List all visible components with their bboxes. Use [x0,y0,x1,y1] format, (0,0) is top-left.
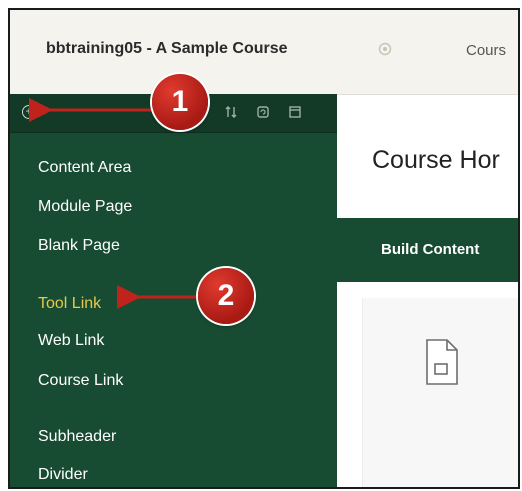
refresh-icon[interactable] [256,105,270,119]
menu-item-content-area[interactable]: Content Area [38,159,131,177]
content-panel [362,298,518,487]
build-content-button[interactable]: Build Content [381,241,479,258]
breadcrumb-separator-icon [378,42,392,56]
course-header: bbtraining05 - A Sample Course Cours [10,10,518,95]
sort-icon[interactable] [224,105,238,119]
build-content-bar: Build Content [337,218,518,282]
breadcrumb-item[interactable]: Cours [466,42,506,59]
menu-item-web-link[interactable]: Web Link [38,332,104,350]
menu-item-course-link[interactable]: Course Link [38,372,123,390]
add-icon[interactable]: + [22,105,36,119]
page-title: Course Hor [372,146,500,174]
menu-item-subheader[interactable]: Subheader [38,428,116,446]
menu-item-divider[interactable]: Divider [38,466,88,484]
menu-item-blank-page[interactable]: Blank Page [38,237,120,255]
collapse-icon[interactable] [288,105,302,119]
course-menu: + Content Area Module Page Blank Page To… [10,94,337,487]
callout-step-1: 1 [152,74,208,130]
menu-item-tool-link[interactable]: Tool Link [38,295,101,313]
screenshot-frame: bbtraining05 - A Sample Course Cours + C… [8,8,520,489]
menu-item-module-page[interactable]: Module Page [38,198,132,216]
document-icon [426,339,458,385]
course-title[interactable]: bbtraining05 - A Sample Course [46,40,288,58]
callout-step-2: 2 [198,268,254,324]
